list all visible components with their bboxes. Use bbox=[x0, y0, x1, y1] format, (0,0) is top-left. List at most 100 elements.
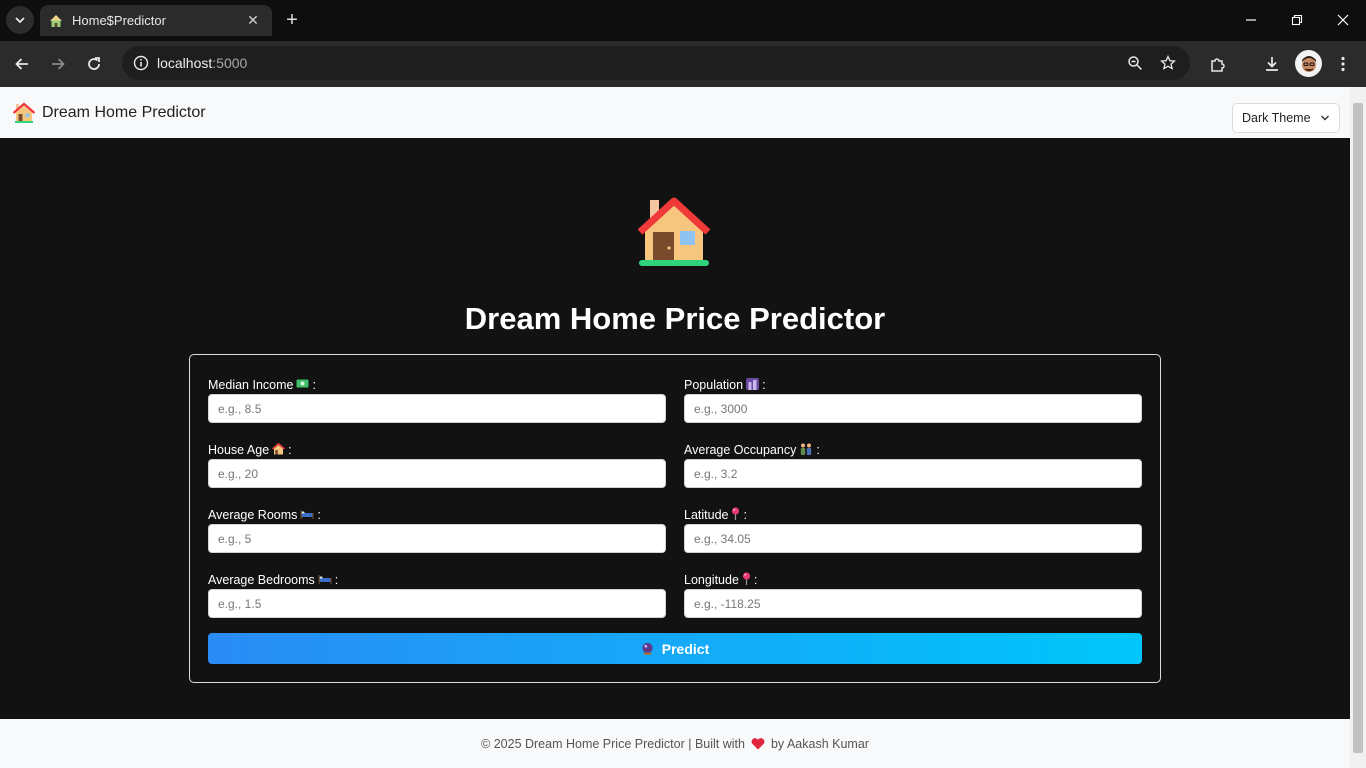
zoom-icon[interactable] bbox=[1125, 53, 1145, 73]
label-colon: : bbox=[762, 378, 766, 392]
field-label-text: Longitude bbox=[684, 573, 739, 587]
field-input[interactable] bbox=[208, 459, 666, 488]
tab-search-button[interactable] bbox=[6, 6, 34, 34]
field-input[interactable] bbox=[684, 589, 1142, 618]
brand-name: Dream Home Predictor bbox=[42, 104, 206, 121]
label-colon: : bbox=[334, 573, 339, 587]
extensions-icon[interactable] bbox=[1206, 52, 1230, 76]
field-label-text: Population bbox=[684, 378, 744, 392]
back-arrow-icon bbox=[15, 58, 28, 70]
form-field: Latitude: bbox=[684, 505, 1142, 553]
field-label-text: Latitude bbox=[684, 508, 729, 522]
predict-button[interactable]: Predict bbox=[208, 633, 1142, 664]
field-label-text: Average Bedrooms bbox=[208, 573, 315, 587]
close-tab-icon[interactable]: ✕ bbox=[244, 12, 262, 30]
field-input[interactable] bbox=[684, 394, 1142, 423]
field-input[interactable] bbox=[684, 524, 1142, 553]
field-label: Longitude: bbox=[684, 570, 1142, 590]
pin-icon bbox=[731, 507, 740, 523]
field-input[interactable] bbox=[684, 459, 1142, 488]
form-field: House Age: bbox=[208, 440, 666, 488]
predict-button-label: Predict bbox=[661, 640, 710, 657]
field-label: Latitude: bbox=[684, 505, 1142, 525]
field-label: Average Bedrooms: bbox=[208, 570, 666, 590]
field-input[interactable] bbox=[208, 524, 666, 553]
field-input[interactable] bbox=[208, 589, 666, 618]
field-label-text: Average Rooms bbox=[208, 508, 298, 522]
forward-button[interactable] bbox=[44, 50, 72, 78]
chevron-down-icon bbox=[1321, 115, 1329, 121]
page-scrollbar[interactable] bbox=[1350, 87, 1366, 768]
house-favicon-icon bbox=[48, 13, 64, 29]
brand-link[interactable]: Dream Home Predictor bbox=[12, 102, 206, 124]
reload-button[interactable] bbox=[80, 50, 108, 78]
field-label-text: House Age bbox=[208, 443, 270, 457]
minimize-button[interactable] bbox=[1228, 0, 1274, 40]
restore-icon bbox=[1291, 14, 1303, 26]
form-field: Average Occupancy: bbox=[684, 440, 1142, 488]
field-input[interactable] bbox=[208, 394, 666, 423]
site-navbar: Dream Home Predictor Dark Theme bbox=[0, 87, 1350, 138]
site-info-icon[interactable] bbox=[130, 52, 152, 74]
avatar-face-icon bbox=[1301, 55, 1316, 72]
form-field: Average Rooms: bbox=[208, 505, 666, 553]
form-field: Average Bedrooms: bbox=[208, 570, 666, 618]
bed-icon bbox=[300, 508, 314, 522]
people-icon bbox=[799, 443, 813, 458]
footer-text-after: by Aakash Kumar bbox=[770, 736, 869, 751]
field-label: Population: bbox=[684, 375, 1142, 395]
tab-title: Home$Predictor bbox=[72, 13, 166, 28]
close-icon bbox=[1337, 14, 1349, 26]
city-icon bbox=[746, 377, 760, 393]
forward-arrow-icon bbox=[52, 58, 65, 70]
prediction-form: Median Income:Population:House Age:Avera… bbox=[189, 354, 1161, 683]
scrollbar-thumb[interactable] bbox=[1353, 103, 1363, 753]
minimize-icon bbox=[1246, 19, 1256, 21]
profile-avatar[interactable] bbox=[1295, 50, 1322, 77]
house-hero-icon bbox=[637, 197, 711, 266]
house-icon bbox=[272, 442, 286, 458]
field-label: Median Income: bbox=[208, 375, 666, 395]
new-tab-button[interactable]: + bbox=[280, 8, 304, 32]
browser-tab-bar: Home$Predictor ✕ + bbox=[0, 0, 1366, 41]
close-window-button[interactable] bbox=[1320, 0, 1366, 40]
label-colon: : bbox=[743, 508, 747, 522]
label-colon: : bbox=[753, 573, 758, 587]
page-title: Dream Home Price Predictor bbox=[464, 301, 886, 336]
form-field: Median Income: bbox=[208, 375, 666, 423]
url-text: localhost:5000 bbox=[157, 55, 247, 71]
form-field: Population: bbox=[684, 375, 1142, 423]
label-colon: : bbox=[288, 443, 292, 457]
chevron-down-icon bbox=[15, 17, 25, 24]
label-colon: : bbox=[312, 378, 316, 392]
footer: © 2025 Dream Home Price Predictor | Buil… bbox=[0, 719, 1350, 768]
browser-tab[interactable]: Home$Predictor ✕ bbox=[40, 5, 272, 36]
field-label: House Age: bbox=[208, 440, 666, 460]
crystal-ball-icon bbox=[642, 642, 653, 655]
field-label-text: Average Occupancy bbox=[684, 443, 797, 457]
main-content: Dream Home Price Predictor Median Income… bbox=[0, 138, 1350, 719]
label-colon: : bbox=[816, 443, 820, 457]
address-bar[interactable]: localhost:5000 bbox=[122, 46, 1190, 80]
field-label-text: Median Income bbox=[208, 378, 294, 392]
footer-text-before: © 2025 Dream Home Price Predictor | Buil… bbox=[481, 736, 745, 751]
bed-icon bbox=[318, 573, 332, 587]
theme-select[interactable]: Dark Theme bbox=[1232, 103, 1340, 133]
heart-icon bbox=[751, 738, 765, 750]
theme-select-value: Dark Theme bbox=[1242, 111, 1311, 125]
url-host: localhost bbox=[157, 55, 213, 71]
browser-menu-icon[interactable] bbox=[1331, 52, 1355, 76]
field-label: Average Occupancy: bbox=[684, 440, 1142, 460]
pin-icon bbox=[742, 572, 751, 588]
restore-button[interactable] bbox=[1274, 0, 1320, 40]
download-icon[interactable] bbox=[1260, 52, 1284, 76]
back-button[interactable] bbox=[8, 50, 36, 78]
browser-toolbar: localhost:5000 bbox=[0, 41, 1366, 87]
reload-icon bbox=[88, 57, 100, 70]
form-field: Longitude: bbox=[684, 570, 1142, 618]
url-port: :5000 bbox=[212, 55, 248, 71]
label-colon: : bbox=[317, 508, 321, 522]
house-icon bbox=[12, 102, 36, 123]
bookmark-star-icon[interactable] bbox=[1158, 53, 1178, 73]
field-label: Average Rooms: bbox=[208, 505, 666, 525]
